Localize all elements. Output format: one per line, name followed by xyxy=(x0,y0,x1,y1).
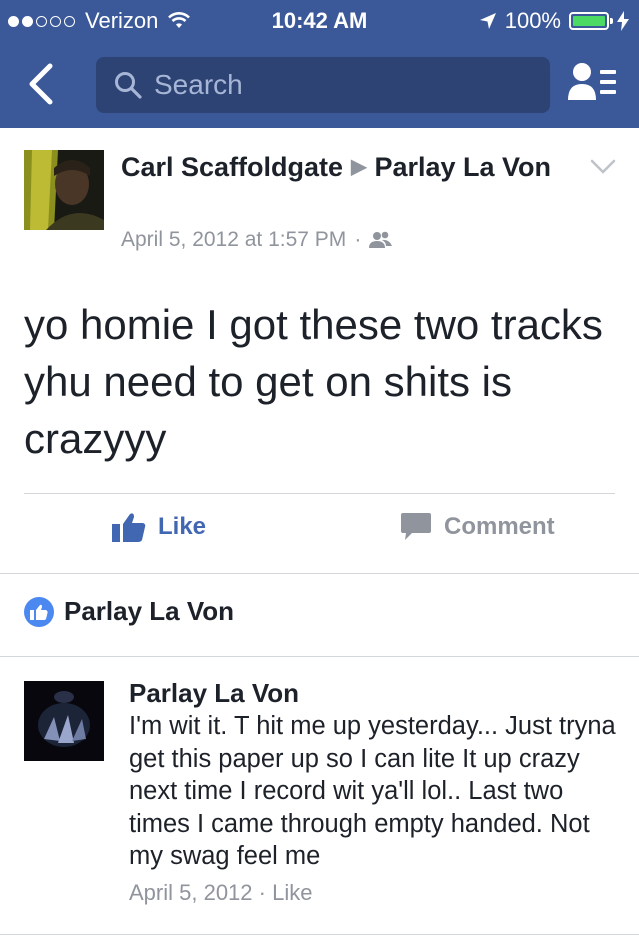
comment-button[interactable]: Comment xyxy=(400,512,555,542)
battery-percent: 100% xyxy=(504,8,561,33)
search-bar[interactable] xyxy=(96,57,550,113)
friends-audience-icon[interactable] xyxy=(369,231,393,249)
shared-to-arrow-icon: ▶ xyxy=(351,156,367,178)
status-right: 100% xyxy=(479,8,629,34)
search-input[interactable] xyxy=(154,57,534,113)
post-timestamp[interactable]: April 5, 2012 at 1:57 PM xyxy=(121,228,346,252)
app-header: Verizon 10:42 AM 100% xyxy=(0,0,639,128)
likes-summary[interactable]: Parlay La Von xyxy=(24,596,234,627)
post-body: yo homie I got these two tracks yhu need… xyxy=(24,301,603,462)
comment-button-label: Comment xyxy=(444,513,555,540)
post-options-chevron-icon[interactable] xyxy=(590,158,616,176)
charging-bolt-icon xyxy=(617,11,629,31)
post-actions-divider xyxy=(24,493,615,494)
likes-section-divider xyxy=(0,573,639,574)
back-chevron-icon[interactable] xyxy=(20,62,64,106)
post-meta: April 5, 2012 at 1:57 PM · xyxy=(121,228,393,252)
comment-meta: April 5, 2012 · Like xyxy=(129,880,312,906)
post-author-name[interactable]: Carl Scaffoldgate xyxy=(121,152,343,182)
location-arrow-icon xyxy=(479,13,496,29)
post-target-name[interactable]: Parlay La Von xyxy=(374,152,551,182)
like-button[interactable]: Like xyxy=(112,512,206,542)
battery-icon xyxy=(569,12,613,30)
post-author-avatar[interactable] xyxy=(24,150,104,230)
meta-separator: · xyxy=(354,228,362,251)
likers-names[interactable]: Parlay La Von xyxy=(64,596,234,627)
search-icon xyxy=(115,72,142,99)
comment-bubble-icon xyxy=(401,513,431,540)
bottom-divider xyxy=(0,934,639,935)
comment-meta-separator: · xyxy=(258,880,266,905)
thumbs-up-icon xyxy=(112,513,146,542)
like-button-label: Like xyxy=(158,513,207,540)
comment-date: April 5, 2012 xyxy=(129,880,253,905)
comment-text: I'm wit it. T hit me up yesterday... Jus… xyxy=(129,712,616,870)
comment-like-link[interactable]: Like xyxy=(272,880,312,905)
status-bar: Verizon 10:42 AM 100% xyxy=(0,0,639,42)
comment-author-avatar[interactable] xyxy=(24,681,104,761)
post-author-line: Carl Scaffoldgate ▶ Parlay La Von xyxy=(121,150,561,185)
comment-author-name[interactable]: Parlay La Von xyxy=(129,678,299,709)
comments-divider xyxy=(0,656,639,657)
friend-requests-icon[interactable] xyxy=(566,60,618,106)
like-reaction-icon xyxy=(24,596,54,627)
